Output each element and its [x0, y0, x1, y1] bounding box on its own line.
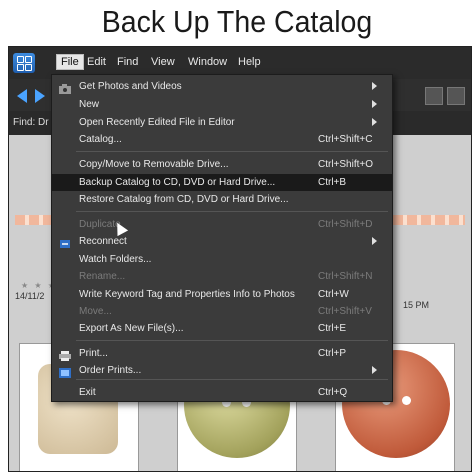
menu-item-open-recently-edited-file-in-editor[interactable]: Open Recently Edited File in Editor [52, 114, 392, 131]
back-arrow-icon[interactable] [17, 89, 27, 103]
menu-item-exit[interactable]: Exit Ctrl+Q [52, 384, 392, 401]
page-caption: Back Up The Catalog [101, 4, 373, 39]
menu-item-watch-folders[interactable]: Watch Folders... [52, 251, 392, 268]
menu-separator [76, 211, 388, 212]
organizer-app-icon[interactable] [13, 53, 35, 73]
menu-item-label: Export As New File(s)... [79, 323, 184, 334]
submenu-arrow-icon [372, 118, 377, 126]
file-menu-dropdown: Get Photos and Videos New Open Recently Ed… [51, 74, 393, 402]
menu-item-shortcut: Ctrl+Shift+D [318, 219, 373, 230]
menu-item-label: New [79, 99, 100, 110]
submenu-arrow-icon [372, 82, 377, 90]
menu-item-shortcut: Ctrl+W [318, 289, 349, 300]
menu-item-shortcut: Ctrl+Shift+N [318, 271, 373, 282]
submenu-arrow-icon [372, 100, 377, 108]
menu-item-shortcut: Ctrl+E [318, 323, 347, 334]
submenu-arrow-icon [372, 366, 377, 374]
menu-item-shortcut: Ctrl+B [318, 177, 347, 188]
single-view-icon[interactable] [447, 87, 465, 105]
menu-window[interactable]: Window [188, 56, 227, 68]
thumbnail-date: 14/11/2 [15, 291, 45, 301]
menu-find[interactable]: Find [117, 56, 138, 68]
menu-item-restore-catalog-from-cd-dvd-or-hard-drive[interactable]: Restore Catalog from CD, DVD or Hard Dri… [52, 191, 392, 208]
menu-separator [76, 379, 388, 380]
menu-item-label: Watch Folders... [79, 254, 152, 265]
menu-item-label: Catalog... [79, 134, 122, 145]
menu-item-backup-catalog-to-cd-dvd-or-hard-drive[interactable]: Backup Catalog to CD, DVD or Hard Drive.… [52, 174, 392, 191]
forward-arrow-icon[interactable] [35, 89, 45, 103]
menu-help[interactable]: Help [238, 56, 261, 68]
menu-item-reconnect[interactable]: Reconnect [52, 233, 392, 250]
menu-item-write-keyword-tag-and-properties-info-to-photos[interactable]: Write Keyword Tag and Properties Info to… [52, 286, 392, 303]
menu-item-rename[interactable]: Rename... Ctrl+Shift+N [52, 268, 392, 285]
menu-item-duplicate[interactable]: Duplicate Ctrl+Shift+D [52, 216, 392, 233]
camera-icon [59, 81, 71, 94]
menu-item-new[interactable]: New [52, 96, 392, 113]
menu-item-shortcut: Ctrl+P [318, 348, 347, 359]
menu-item-shortcut: Ctrl+Q [318, 387, 348, 398]
menu-item-label: Order Prints... [79, 365, 142, 376]
menu-item-label: Rename... [79, 271, 126, 282]
menu-item-label: Get Photos and Videos [79, 81, 182, 92]
order-prints-icon [59, 365, 71, 378]
menu-file[interactable]: File [56, 54, 84, 70]
app-window: File Edit Find View Window Help Find: Dr… [8, 46, 472, 472]
menu-item-label: Reconnect [79, 236, 127, 247]
menu-item-move[interactable]: Move... Ctrl+Shift+V [52, 303, 392, 320]
menu-item-copy-move-to-removable-drive[interactable]: Copy/Move to Removable Drive... Ctrl+Shif… [52, 156, 392, 173]
reconnect-icon [59, 236, 71, 248]
menu-item-shortcut: Ctrl+Shift+V [318, 306, 372, 317]
menu-item-label: Print... [79, 348, 108, 359]
printer-icon [59, 348, 71, 361]
menu-item-print[interactable]: Print... Ctrl+P [52, 345, 392, 362]
menu-item-label: Copy/Move to Removable Drive... [79, 159, 229, 170]
grid-view-icon[interactable] [425, 87, 443, 105]
find-label: Find: Dr [13, 117, 49, 128]
menu-view[interactable]: View [151, 56, 175, 68]
menu-item-order-prints[interactable]: Order Prints... [52, 362, 392, 379]
submenu-arrow-icon [372, 237, 377, 245]
menu-item-label: Backup Catalog to CD, DVD or Hard Drive.… [79, 177, 276, 188]
menu-item-label: Move... [79, 306, 112, 317]
menu-item-shortcut: Ctrl+Shift+O [318, 159, 374, 170]
menu-separator [76, 340, 388, 341]
thumbnail-time: 15 PM [403, 300, 430, 310]
menu-item-label: Exit [79, 387, 96, 398]
menu-separator [76, 151, 388, 152]
menu-item-label: Write Keyword Tag and Properties Info to… [79, 289, 295, 300]
menu-item-label: Restore Catalog from CD, DVD or Hard Dri… [79, 194, 289, 205]
menu-item-get-photos-and-videos[interactable]: Get Photos and Videos [52, 78, 392, 95]
menu-item-label: Open Recently Edited File in Editor [79, 117, 235, 128]
menu-item-catalog[interactable]: Catalog... Ctrl+Shift+C [52, 131, 392, 148]
menu-item-export-as-new-file-s[interactable]: Export As New File(s)... Ctrl+E [52, 320, 392, 337]
menu-edit[interactable]: Edit [87, 56, 106, 68]
menu-item-shortcut: Ctrl+Shift+C [318, 134, 373, 145]
